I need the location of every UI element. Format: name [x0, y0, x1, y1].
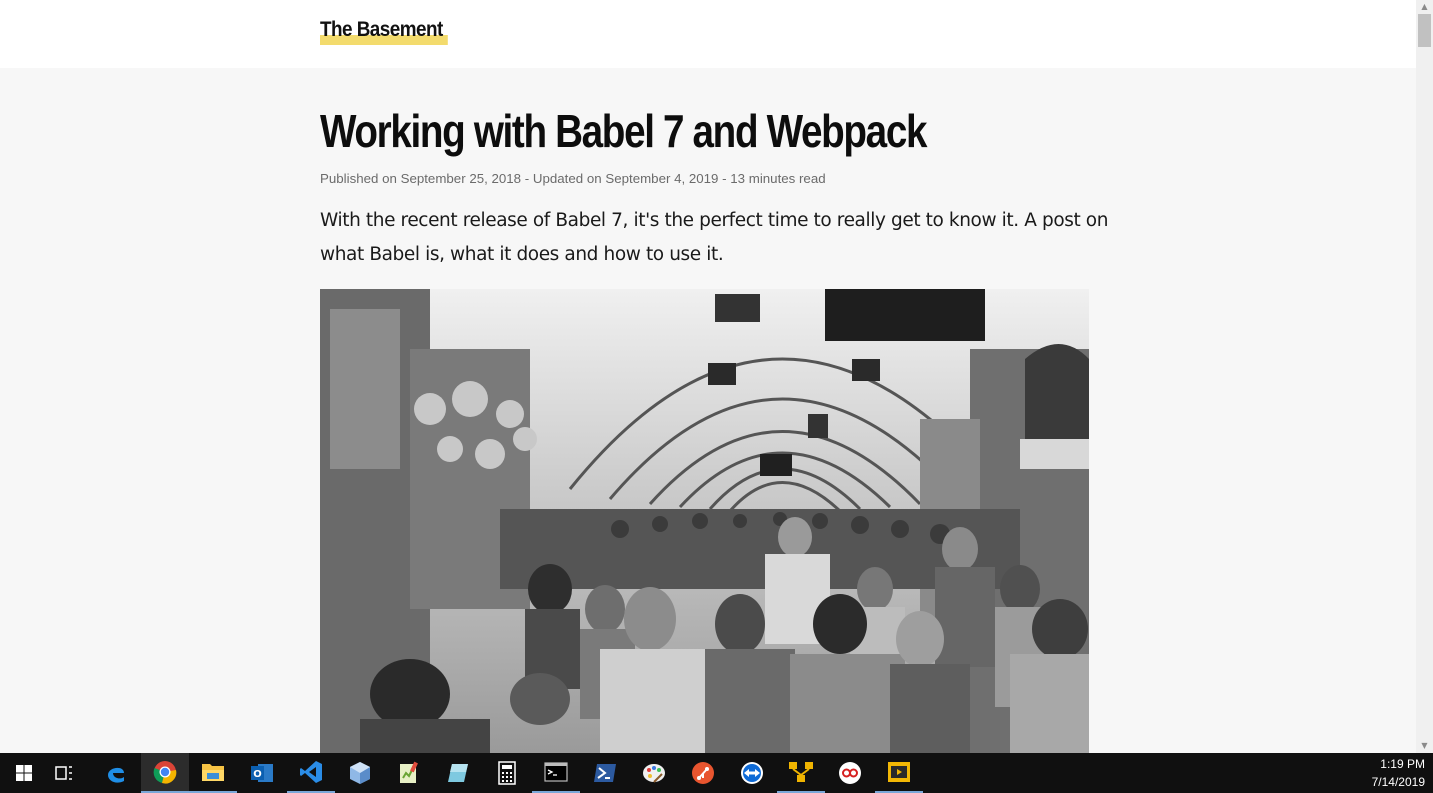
article-meta: Published on September 25, 2018 - Update… [320, 171, 826, 186]
powershell-icon [594, 764, 616, 782]
video-app-button[interactable] [875, 753, 923, 793]
cube-app-button[interactable] [336, 753, 384, 793]
chrome-button[interactable] [141, 753, 189, 793]
git-icon [692, 762, 714, 784]
video-icon [888, 762, 910, 782]
scroll-down-arrow-icon[interactable]: ▼ [1416, 739, 1433, 753]
browser-page: The Basement Working with Babel 7 and We… [0, 0, 1416, 753]
site-header: The Basement [0, 0, 1416, 68]
teamviewer-icon [741, 762, 763, 784]
cube-icon [350, 762, 370, 784]
calculator-button[interactable] [483, 753, 531, 793]
scroll-thumb[interactable] [1418, 14, 1431, 47]
system-clock[interactable]: 1:19 PM 7/14/2019 [1372, 755, 1425, 791]
outlook-icon: O [251, 764, 273, 782]
edge-button[interactable] [92, 753, 140, 793]
edge-icon [108, 767, 124, 783]
svg-text:O: O [253, 769, 262, 780]
windows-logo-icon [16, 765, 32, 781]
network-icon [789, 762, 813, 782]
file-explorer-button[interactable] [189, 753, 237, 793]
vscode-icon [300, 761, 322, 783]
folder-icon [202, 764, 224, 781]
article-lead: With the recent release of Babel 7, it's… [320, 210, 1109, 265]
screen-recorder-button[interactable] [826, 753, 874, 793]
powershell-button[interactable] [581, 753, 629, 793]
page-scrollbar[interactable]: ▲ ▼ [1416, 0, 1433, 753]
task-view-icon [55, 766, 72, 780]
hero-image [320, 289, 1089, 753]
bazaar-crowd-photo [320, 289, 1089, 753]
notepad-icon [400, 761, 418, 783]
terminal-icon [544, 762, 568, 782]
notepadpp-button[interactable] [385, 753, 433, 793]
record-icon [839, 762, 861, 784]
vscode-button[interactable] [287, 753, 335, 793]
site-title-link[interactable]: The Basement [320, 18, 449, 48]
paint-button[interactable] [630, 753, 678, 793]
teamviewer-button[interactable] [728, 753, 776, 793]
clock-date: 7/14/2019 [1371, 775, 1425, 789]
outlook-button[interactable]: O [238, 753, 286, 793]
git-button[interactable] [679, 753, 727, 793]
filezilla-button[interactable] [777, 753, 825, 793]
calculator-icon [498, 761, 516, 785]
site-title: The Basement [320, 18, 443, 41]
scroll-up-arrow-icon[interactable]: ▲ [1416, 0, 1433, 14]
task-view-button[interactable] [40, 753, 88, 793]
terminal-button[interactable] [532, 753, 580, 793]
tile-icon [448, 764, 468, 782]
tile-app-button[interactable] [434, 753, 482, 793]
paint-icon [643, 764, 665, 783]
article-title: Working with Babel 7 and Webpack [320, 105, 927, 157]
clock-time: 1:19 PM [1380, 757, 1425, 771]
chrome-icon [153, 761, 177, 784]
windows-taskbar: O 1:19 PM 7/14/2019 [0, 753, 1433, 793]
